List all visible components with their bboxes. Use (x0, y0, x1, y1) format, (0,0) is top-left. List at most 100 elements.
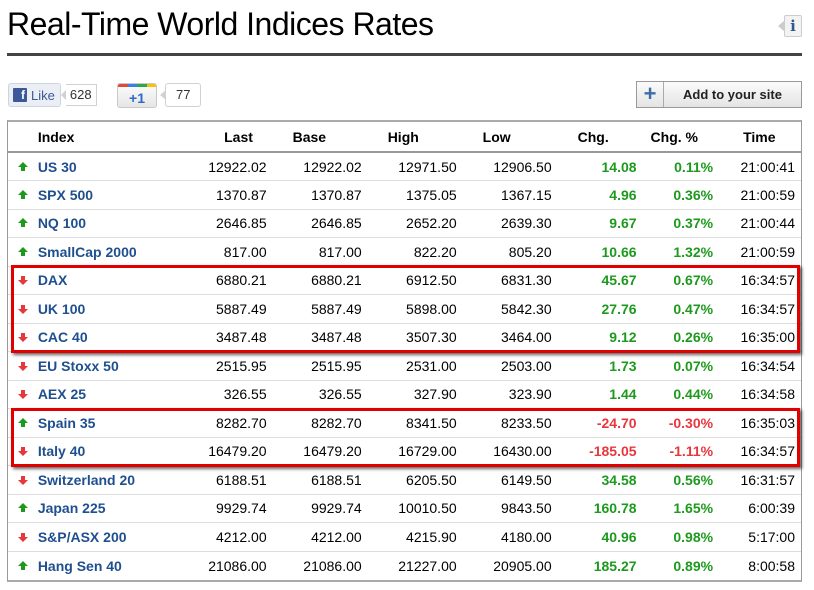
last-value: 1370.87 (158, 180, 267, 210)
base-value: 2646.85 (266, 209, 362, 238)
index-name-link[interactable]: Italy 40 (37, 437, 159, 466)
low-value: 2639.30 (456, 209, 552, 238)
arrow-down-icon (17, 386, 28, 400)
direction-cell (8, 465, 38, 495)
facebook-like-button[interactable]: f Like (8, 83, 61, 107)
direction-cell (8, 437, 38, 466)
index-name-link[interactable]: Switzerland 20 (37, 465, 159, 495)
direction-cell (8, 294, 38, 324)
index-name-link[interactable]: CAC 40 (37, 323, 159, 352)
column-header-base[interactable]: Base (266, 122, 362, 153)
change-value: 9.67 (551, 209, 637, 238)
low-value: 20905.00 (493, 557, 552, 574)
plus-icon: + (637, 82, 664, 107)
column-header-direction (8, 122, 38, 153)
last-value: 5887.49 (158, 294, 267, 324)
facebook-icon: f (13, 88, 27, 102)
change-percent-value: 0.56% (636, 465, 714, 495)
high-value: 5898.00 (361, 294, 457, 324)
change-percent-value: 1.65% (636, 494, 714, 523)
index-name-link[interactable]: Japan 225 (37, 494, 159, 523)
direction-cell (8, 551, 38, 580)
google-plus-button[interactable]: +1 (117, 82, 157, 108)
high-value: 4215.90 (361, 522, 457, 552)
column-header-chg-pct[interactable]: Chg. % (636, 122, 714, 153)
low-value: 5842.30 (456, 294, 552, 324)
table-row: Italy 40 16479.20 16479.20 16729.00 16430.00… (8, 437, 801, 466)
direction-cell (8, 522, 38, 552)
index-name-link[interactable]: Hang Sen 40 (38, 551, 158, 580)
table-row: NQ 100 2646.85 2646.85 2652.20 2639.30 9.67 0.… (8, 209, 801, 238)
time-value: 16:35:03 (713, 408, 801, 438)
change-value: 40.96 (551, 522, 637, 552)
index-name-link[interactable]: SPX 500 (37, 180, 159, 210)
low-value: 6831.30 (456, 266, 552, 295)
table-row: SPX 500 1370.87 1370.87 1375.05 1367.15 4.96 0… (8, 180, 801, 210)
arrow-up-icon (17, 215, 28, 228)
index-name-link[interactable]: S&P/ASX 200 (37, 522, 159, 552)
arrow-up-icon (17, 187, 28, 199)
column-header-low[interactable]: Low (456, 122, 552, 153)
base-value: 6188.51 (266, 465, 362, 495)
time-value: 16:34:57 (713, 266, 801, 295)
info-icon: i (784, 15, 802, 37)
high-value: 2531.00 (361, 351, 457, 381)
index-name-link[interactable]: SmallCap 2000 (37, 237, 159, 267)
time-value: 16:31:57 (713, 465, 801, 495)
change-percent-value: 0.47% (636, 294, 714, 324)
high-value: 16729.00 (361, 437, 457, 466)
index-name-link[interactable]: DAX (37, 266, 159, 295)
high-value: 21227.00 (398, 557, 457, 574)
column-header-time[interactable]: Time (713, 122, 801, 153)
arrow-up-icon (17, 500, 28, 513)
change-percent-value: -0.30% (636, 408, 714, 438)
column-header-last[interactable]: Last (158, 122, 267, 153)
change-value: 4.96 (551, 180, 637, 210)
index-name-link[interactable]: Spain 35 (37, 408, 159, 438)
change-percent-value: 0.11% (636, 152, 714, 181)
index-name-link[interactable]: EU Stoxx 50 (37, 351, 159, 381)
index-name-link[interactable]: UK 100 (37, 294, 159, 324)
low-value: 4180.00 (456, 522, 552, 552)
high-value: 8341.50 (361, 408, 457, 438)
index-name-link[interactable]: AEX 25 (37, 380, 159, 409)
last-value: 817.00 (158, 237, 267, 267)
table-row: EU Stoxx 50 2515.95 2515.95 2531.00 2503.00 1… (8, 351, 801, 381)
column-header-high[interactable]: High (361, 122, 457, 153)
base-value: 4212.00 (266, 522, 362, 552)
high-value: 327.90 (361, 380, 457, 409)
low-value: 805.20 (456, 237, 552, 267)
time-value: 16:34:57 (713, 437, 801, 466)
low-value: 8233.50 (456, 408, 552, 438)
low-value: 323.90 (456, 380, 552, 409)
change-value: -185.05 (551, 437, 637, 466)
high-value: 2652.20 (361, 209, 457, 238)
table-row: US 30 12922.02 12922.02 12971.50 12906.50 14.… (8, 152, 801, 181)
base-value: 1370.87 (266, 180, 362, 210)
direction-cell (8, 180, 38, 210)
arrow-down-icon (17, 472, 28, 485)
direction-cell (8, 494, 38, 523)
column-header-chg[interactable]: Chg. (551, 122, 637, 153)
high-value: 6205.50 (361, 465, 457, 495)
last-value: 16479.20 (158, 437, 267, 466)
add-to-your-site-button[interactable]: + Add to your site (636, 81, 802, 108)
low-value: 6149.50 (456, 465, 552, 495)
table-row: AEX 25 326.55 326.55 327.90 323.90 1.44 0.44% 1… (8, 380, 801, 409)
change-percent-value: 0.44% (636, 380, 714, 409)
table-row: CAC 40 3487.48 3487.48 3507.30 3464.00 9.12 0.… (8, 323, 801, 352)
last-value: 2646.85 (158, 209, 267, 238)
column-header-index[interactable]: Index (37, 122, 159, 153)
time-value: 21:00:41 (713, 152, 801, 181)
base-value: 8282.70 (266, 408, 362, 438)
base-value: 21086.00 (303, 557, 362, 574)
time-value: 21:00:44 (713, 209, 801, 238)
base-value: 5887.49 (266, 294, 362, 324)
arrow-down-icon (17, 329, 28, 343)
info-button[interactable]: i (778, 15, 802, 37)
change-value: 9.12 (551, 323, 637, 352)
index-name-link[interactable]: NQ 100 (37, 209, 159, 238)
add-to-your-site-label: Add to your site (683, 87, 782, 102)
arrow-down-icon (17, 529, 28, 542)
index-name-link[interactable]: US 30 (37, 152, 159, 181)
